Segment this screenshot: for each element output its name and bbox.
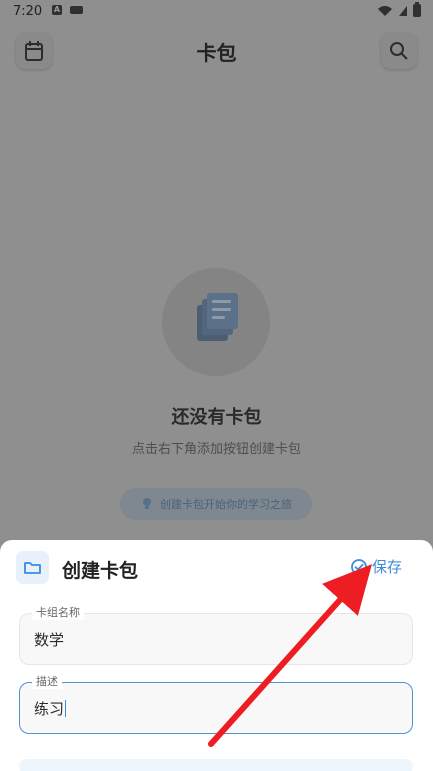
tip-pill: 创建卡包开始你的学习之旅 [120,488,312,520]
tip-text: 创建卡包开始你的学习之旅 [160,498,292,511]
keyboard-notification-icon [70,6,83,14]
battery-icon [413,2,421,17]
search-button[interactable] [381,33,417,69]
sheet-icon-box [16,551,49,584]
name-field-label: 卡组名称 [32,606,84,620]
description-field-label: 描述 [32,675,62,689]
top-bar: 卡包 [0,24,433,76]
status-time: 7:20 [13,4,43,19]
search-icon [390,42,408,60]
folder-icon [24,562,41,574]
create-card-pack-sheet: 创建卡包 保存 卡组名称 数学 描述 练习 [0,540,433,771]
card-pack-name-field[interactable]: 卡组名称 数学 [19,606,413,665]
check-circle-icon [351,558,367,575]
description-field[interactable]: 描述 练习 [19,675,413,734]
empty-state-title: 还没有卡包 [171,407,262,428]
sheet-title: 创建卡包 [62,560,139,582]
stacked-cards-icon [197,293,238,341]
signal-icon [399,5,407,16]
empty-state-icon-container [162,268,270,376]
save-button[interactable]: 保存 [350,556,402,577]
save-button-label: 保存 [371,558,402,576]
status-bar: 7:20 A [0,0,433,24]
description-field-value[interactable]: 练习 [34,700,64,718]
lightbulb-icon [143,498,151,509]
page-title: 卡包 [196,41,237,65]
wifi-icon [378,5,392,16]
name-field-value[interactable]: 数学 [34,629,64,650]
create-card-pack-screen: 7:20 A 卡包 还没有卡包 点击右下角添加按钮创建卡包 创建卡包开始你的学习… [0,0,433,771]
text-cursor [65,700,67,717]
a-notification-icon: A [52,5,62,15]
description-field-value-wrap[interactable]: 练习 [34,698,67,719]
bottom-action-peek[interactable] [19,759,413,771]
status-right-icons [377,2,421,17]
empty-state-subtitle: 点击右下角添加按钮创建卡包 [131,442,301,457]
